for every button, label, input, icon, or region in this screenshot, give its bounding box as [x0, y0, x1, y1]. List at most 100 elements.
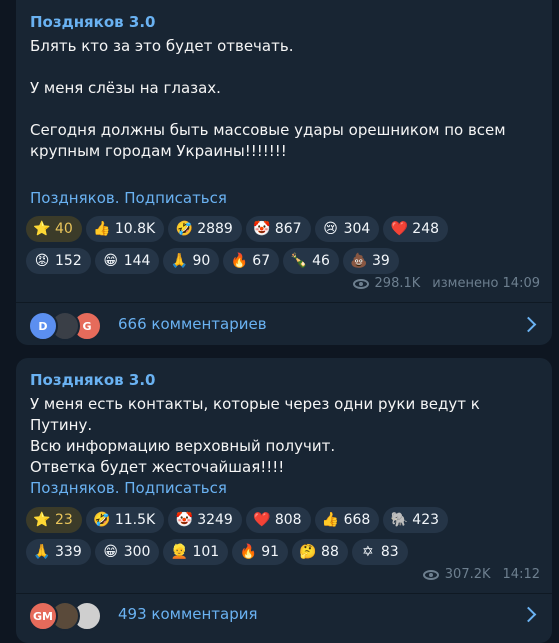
clown-icon: 🤡 — [175, 512, 193, 528]
eye-icon — [352, 278, 369, 289]
reaction-count: 90 — [192, 253, 211, 269]
pray-icon: 🙏 — [170, 253, 189, 269]
post-meta: 298.1K изменено 14:09 — [352, 276, 540, 291]
reaction-chip[interactable]: 👍 668 — [314, 507, 380, 533]
reactions-bar: ⭐ 23 🤣 11.5K 🤡 3249 ❤️ 808 👍 668 🐘 423 🙏 339 😁 300 👱 101… — [26, 507, 542, 571]
grin-icon: 😁 — [103, 544, 119, 560]
reaction-row: 🙏 339 😁 300 👱 101 🔥 91 🤔 88 ✡ 83 — [26, 539, 542, 565]
reaction-count: 152 — [55, 253, 82, 269]
divider — [16, 302, 552, 303]
star-icon: ⭐ — [33, 512, 51, 528]
reaction-chip[interactable]: ❤️ 808 — [245, 507, 311, 533]
reaction-chip[interactable]: 🤔 88 — [292, 539, 348, 565]
reactions-bar: ⭐ 40 👍 10.8K 🤣 2889 🤡 867 😢 304 ❤️ 248 😡 152 😁 144 🙏 90 🔥… — [26, 216, 542, 280]
reaction-count: 808 — [274, 512, 302, 528]
reaction-chip[interactable]: 🔥 91 — [232, 539, 289, 565]
avatar: D — [28, 311, 58, 341]
reaction-count: 11.5K — [114, 512, 156, 528]
reaction-chip[interactable]: ⭐ 23 — [26, 507, 82, 533]
thumbs-up-icon: 👍 — [321, 512, 340, 528]
eye-icon — [422, 569, 439, 580]
reaction-count: 67 — [252, 253, 271, 269]
reaction-count: 339 — [55, 544, 82, 560]
fire-icon: 🔥 — [230, 253, 249, 269]
reaction-count: 144 — [123, 253, 151, 269]
heart-icon: ❤️ — [390, 221, 409, 237]
thumbs-up-icon: 👍 — [93, 221, 111, 237]
star-of-david-icon: ✡ — [361, 544, 374, 560]
reaction-count: 88 — [321, 544, 339, 560]
reaction-count: 40 — [55, 221, 73, 237]
post-author[interactable]: Поздняков 3.0 — [30, 371, 538, 389]
grin-icon: 😁 — [103, 253, 119, 269]
reaction-chip[interactable]: ⭐ 40 — [26, 216, 82, 242]
heart-icon: ❤️ — [253, 512, 271, 528]
channel-post: Поздняков 3.0 У меня есть контакты, кото… — [16, 358, 552, 643]
reaction-chip[interactable]: 🤡 867 — [245, 216, 311, 242]
subscribe-link[interactable]: Поздняков. Подписаться — [30, 479, 538, 497]
reaction-chip[interactable]: 😁 300 — [94, 539, 160, 565]
poop-icon: 💩 — [350, 253, 368, 269]
post-text: У меня есть контакты, которые через одни… — [30, 395, 480, 476]
reaction-chip[interactable]: 🤡 3249 — [168, 507, 242, 533]
reaction-chip[interactable]: 🤣 2889 — [168, 216, 242, 242]
reaction-chip[interactable]: 🐘 423 — [383, 507, 449, 533]
reaction-chip[interactable]: 💩 39 — [342, 248, 399, 274]
reaction-row: 😡 152 😁 144 🙏 90 🔥 67 🍾 46 💩 39 — [26, 248, 542, 274]
custom-face-icon: 👱 — [170, 544, 189, 560]
star-icon: ⭐ — [33, 221, 51, 237]
post-time: 14:12 — [502, 567, 540, 582]
reaction-count: 46 — [312, 253, 330, 269]
fire-icon: 🔥 — [239, 544, 257, 560]
rofl-icon: 🤣 — [175, 221, 193, 237]
champagne-icon: 🍾 — [290, 253, 308, 269]
reaction-chip[interactable]: 🙏 90 — [163, 248, 220, 274]
reaction-count: 300 — [123, 544, 151, 560]
subscribe-link[interactable]: Поздняков. Подписаться — [30, 189, 538, 207]
reaction-chip[interactable]: ✡ 83 — [351, 539, 408, 565]
reaction-count: 101 — [192, 544, 220, 560]
reaction-count: 304 — [343, 221, 371, 237]
comments-count[interactable]: 666 комментариев — [118, 315, 523, 333]
reaction-chip[interactable]: ❤️ 248 — [383, 216, 449, 242]
reaction-count: 39 — [371, 253, 390, 269]
chevron-right-icon[interactable] — [520, 316, 537, 332]
reaction-count: 248 — [412, 221, 440, 237]
reaction-count: 91 — [261, 544, 280, 560]
reaction-chip[interactable]: 🍾 46 — [283, 248, 339, 274]
reaction-chip[interactable]: 🔥 67 — [223, 248, 280, 274]
view-count: 298.1K — [374, 276, 421, 291]
commenter-avatars: DG — [28, 311, 106, 341]
reaction-count: 668 — [343, 512, 371, 528]
view-count: 307.2K — [444, 567, 491, 582]
reaction-count: 10.8K — [114, 221, 156, 237]
reaction-count: 867 — [274, 221, 302, 237]
avatar: GM — [28, 601, 58, 631]
commenter-avatars: GM — [28, 601, 106, 631]
post-meta: 307.2K 14:12 — [422, 567, 540, 582]
reaction-count: 83 — [380, 544, 399, 560]
reaction-chip[interactable]: 😁 144 — [94, 248, 160, 274]
reaction-chip[interactable]: 👱 101 — [163, 539, 229, 565]
clown-icon: 🤡 — [253, 221, 271, 237]
post-text: Блять кто за это будет отвечать. У меня … — [30, 37, 506, 160]
elephant-icon: 🐘 — [390, 512, 409, 528]
reaction-row: ⭐ 40 👍 10.8K 🤣 2889 🤡 867 😢 304 ❤️ 248 — [26, 216, 542, 242]
crying-icon: 😢 — [323, 221, 338, 237]
comments-count[interactable]: 493 комментария — [118, 605, 523, 623]
comments-button[interactable]: DG 666 комментариев — [28, 304, 540, 344]
chevron-right-icon[interactable] — [520, 606, 537, 622]
reaction-chip[interactable]: 🤣 11.5K — [85, 507, 165, 533]
reaction-count: 3249 — [197, 512, 233, 528]
post-author[interactable]: Поздняков 3.0 — [30, 13, 538, 31]
reaction-chip[interactable]: 🙏 339 — [26, 539, 91, 565]
comments-button[interactable]: GM 493 комментария — [28, 594, 540, 634]
post-time: изменено 14:09 — [432, 276, 540, 291]
reaction-chip[interactable]: 😢 304 — [314, 216, 380, 242]
thinking-icon: 🤔 — [299, 544, 317, 560]
reaction-chip[interactable]: 👍 10.8K — [85, 216, 165, 242]
channel-post: Поздняков 3.0 Блять кто за это будет отв… — [16, 0, 552, 345]
reaction-chip[interactable]: 😡 152 — [26, 248, 91, 274]
angry-icon: 😡 — [34, 253, 50, 269]
reaction-count: 23 — [55, 512, 73, 528]
